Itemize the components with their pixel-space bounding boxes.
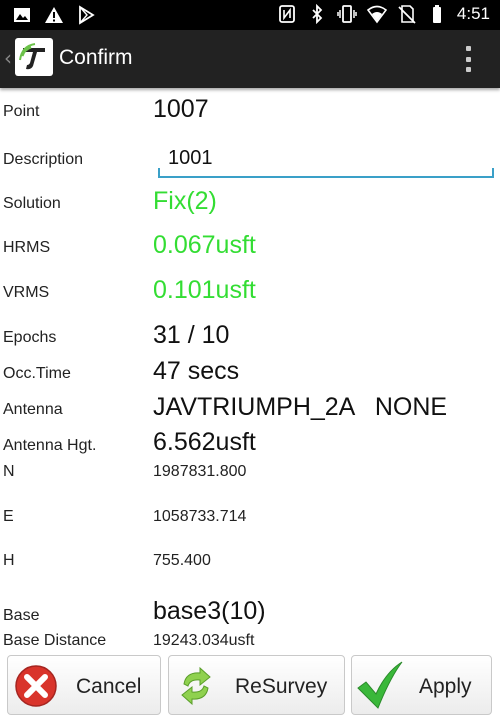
- image-icon: [14, 8, 30, 22]
- h-value: 755.400: [153, 552, 211, 569]
- vrms-value: 0.101usft: [153, 276, 256, 304]
- occ-time-label: Occ.Time: [3, 365, 71, 382]
- occ-time-value: 47 secs: [153, 357, 240, 385]
- antenna-label: Antenna: [3, 401, 63, 418]
- vibrate-icon: [337, 5, 357, 23]
- play-store-icon: [79, 5, 95, 25]
- checkmark-icon: [357, 661, 403, 709]
- input-edge-left: [158, 168, 160, 178]
- base-distance-label: Base Distance: [3, 632, 107, 649]
- back-chevron-icon[interactable]: ‹: [4, 46, 12, 70]
- cancel-button[interactable]: Cancel: [7, 655, 161, 715]
- battery-icon: [432, 5, 441, 23]
- antenna-value: JAVTRIUMPH_2A NONE: [153, 393, 448, 421]
- action-bar: ‹ Confirm: [0, 30, 500, 88]
- antenna-hgt-value: 6.562usft: [153, 428, 256, 456]
- wifi-icon: [366, 5, 387, 24]
- resurvey-button[interactable]: ReSurvey: [168, 655, 345, 715]
- apply-button[interactable]: Apply: [351, 655, 492, 715]
- vrms-label: VRMS: [3, 284, 50, 301]
- resurvey-label: ReSurvey: [235, 675, 328, 698]
- base-distance-value: 19243.034usft: [153, 632, 255, 649]
- n-label: N: [3, 463, 15, 480]
- epochs-value: 31 / 10: [153, 321, 230, 349]
- base-label: Base: [3, 607, 40, 624]
- hrms-label: HRMS: [3, 239, 51, 256]
- e-value: 1058733.714: [153, 508, 247, 525]
- solution-label: Solution: [3, 195, 61, 212]
- input-edge-right: [492, 168, 494, 178]
- page-title: Confirm: [59, 46, 133, 69]
- hrms-value: 0.067usft: [153, 231, 256, 259]
- apply-label: Apply: [419, 675, 472, 698]
- solution-value: Fix(2): [153, 187, 217, 215]
- nfc-icon: [279, 5, 295, 23]
- refresh-arrows-icon: [181, 666, 211, 706]
- status-time: 4:51: [456, 4, 490, 23]
- point-label: Point: [3, 103, 40, 120]
- cancel-label: Cancel: [76, 675, 142, 698]
- no-sim-icon: [398, 5, 416, 24]
- point-value: 1007: [153, 95, 209, 123]
- antenna-hgt-label: Antenna Hgt.: [3, 437, 97, 454]
- n-value: 1987831.800: [153, 463, 247, 480]
- bluetooth-icon: [312, 4, 323, 24]
- e-label: E: [3, 508, 14, 525]
- description-input[interactable]: [158, 140, 494, 178]
- description-label: Description: [3, 151, 84, 168]
- cancel-x-icon: [15, 665, 57, 707]
- overflow-menu-icon[interactable]: [464, 46, 472, 72]
- base-value: base3(10): [153, 597, 266, 625]
- epochs-label: Epochs: [3, 329, 57, 346]
- warning-icon: [45, 7, 63, 23]
- app-logo-icon[interactable]: [15, 38, 53, 76]
- h-label: H: [3, 552, 15, 569]
- status-bar: 4:51: [0, 0, 500, 30]
